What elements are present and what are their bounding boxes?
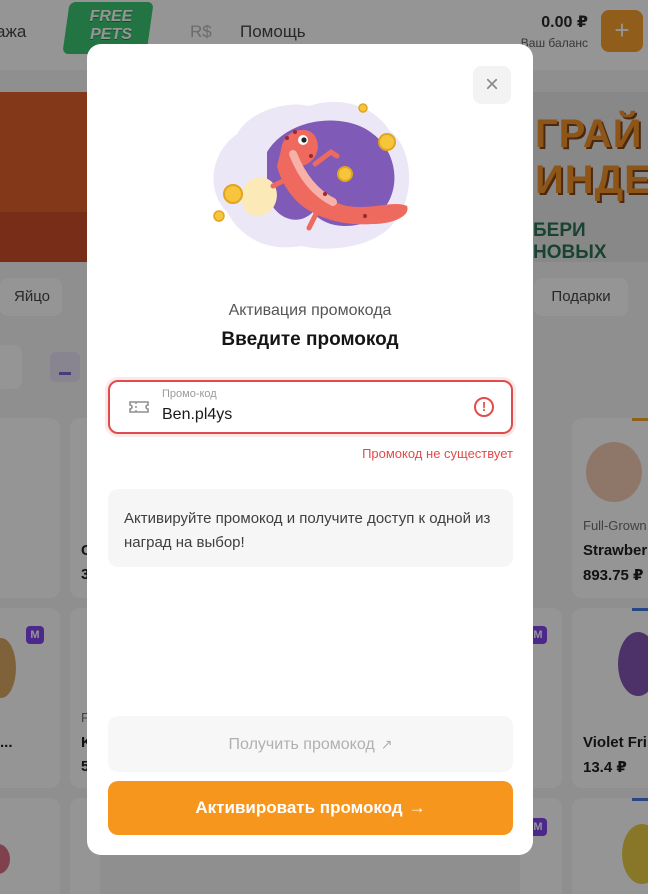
get-promo-code-label: Получить промокод: [228, 736, 375, 753]
arrow-right-icon: →: [408, 798, 426, 817]
promo-code-modal: × Активация промокода Введите промокод П…: [87, 44, 533, 855]
promo-code-field[interactable]: Промо-код !: [108, 380, 513, 434]
activate-promo-code-button[interactable]: Активировать промокод →: [108, 781, 513, 835]
error-icon: !: [474, 397, 494, 417]
modal-title: Введите промокод: [221, 329, 399, 350]
info-box: Активируйте промокод и получите доступ к…: [108, 489, 513, 567]
promo-code-input[interactable]: [162, 404, 442, 426]
error-message: Промокод не существует: [362, 446, 513, 461]
promo-code-field-label: Промо-код: [162, 388, 217, 400]
get-promo-code-button[interactable]: Получить промокод ↗: [108, 716, 513, 772]
activate-promo-code-label: Активировать промокод: [195, 798, 403, 817]
modal-subtitle: Активация промокода: [228, 302, 392, 319]
close-button[interactable]: ×: [473, 66, 511, 104]
salamander-illustration: [213, 101, 410, 249]
external-link-icon: ↗: [380, 736, 393, 752]
ticket-icon: [129, 401, 149, 413]
